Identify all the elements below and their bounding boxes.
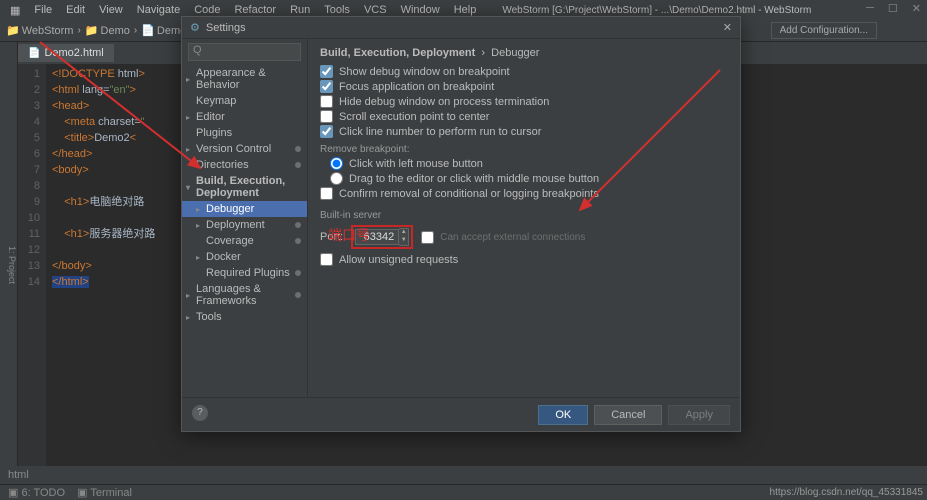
- radio-click-with-left-mouse-button[interactable]: Click with left mouse button: [330, 157, 728, 170]
- ok-button[interactable]: OK: [538, 405, 588, 425]
- breadcrumb-root[interactable]: 📁 WebStorm: [6, 24, 73, 37]
- checkbox-scroll-execution-point-to-center[interactable]: Scroll execution point to center: [320, 110, 728, 123]
- builtin-server-label: Built-in server: [320, 210, 728, 221]
- annotation-port-label: 端口号: [328, 225, 370, 245]
- tree-item-languages-frameworks[interactable]: ▸Languages & Frameworks: [182, 281, 307, 309]
- settings-search-input[interactable]: Q: [188, 43, 301, 61]
- tree-item-directories[interactable]: Directories: [182, 157, 307, 173]
- terminal-tool[interactable]: ▣ Terminal: [77, 486, 132, 499]
- tree-item-appearance-behavior[interactable]: ▸Appearance & Behavior: [182, 65, 307, 93]
- settings-icon: ⚙: [190, 21, 200, 34]
- menu-file[interactable]: File: [28, 2, 58, 18]
- settings-dialog: ⚙ Settings ✕ Q ▸Appearance & BehaviorKey…: [181, 16, 741, 432]
- checkbox-click-line-number-to-perform-run-to-cursor[interactable]: Click line number to perform run to curs…: [320, 125, 728, 138]
- tree-item-version-control[interactable]: ▸Version Control: [182, 141, 307, 157]
- checkbox-show-debug-window-on-breakpoint[interactable]: Show debug window on breakpoint: [320, 65, 728, 78]
- menu-view[interactable]: View: [93, 2, 129, 18]
- checkbox-hide-debug-window-on-process-termination[interactable]: Hide debug window on process termination: [320, 95, 728, 108]
- tree-item-required-plugins[interactable]: Required Plugins: [182, 265, 307, 281]
- tree-item-build-execution-deployment[interactable]: ▾Build, Execution, Deployment: [182, 173, 307, 201]
- tree-item-debugger[interactable]: ▸Debugger: [182, 201, 307, 217]
- todo-tool[interactable]: ▣ 6: TODO: [8, 486, 65, 499]
- maximize-icon[interactable]: ☐: [888, 2, 898, 15]
- tree-item-coverage[interactable]: Coverage: [182, 233, 307, 249]
- settings-breadcrumb: Build, Execution, Deployment › Debugger: [320, 47, 728, 59]
- tree-item-plugins[interactable]: Plugins: [182, 125, 307, 141]
- close-icon[interactable]: ✕: [912, 2, 921, 15]
- tree-item-keymap[interactable]: Keymap: [182, 93, 307, 109]
- add-configuration-button[interactable]: Add Configuration...: [771, 22, 877, 39]
- dialog-titlebar: ⚙ Settings ✕: [182, 17, 740, 39]
- settings-content: Build, Execution, Deployment › Debugger …: [308, 39, 740, 397]
- line-numbers: 1234567891011121314: [18, 64, 46, 480]
- tool-window-bar-left[interactable]: 1: Project: [0, 42, 18, 480]
- dialog-title: Settings: [206, 22, 246, 34]
- status-bar: html: [0, 466, 927, 484]
- breadcrumb-folder[interactable]: 📁 Demo: [85, 24, 130, 37]
- external-connections-checkbox[interactable]: Can accept external connections: [421, 231, 585, 244]
- cancel-button[interactable]: Cancel: [594, 405, 662, 425]
- help-icon[interactable]: ?: [192, 405, 208, 421]
- menu-navigate[interactable]: Navigate: [131, 2, 186, 18]
- tree-item-tools[interactable]: ▸Tools: [182, 309, 307, 325]
- settings-tree: Q ▸Appearance & BehaviorKeymap▸EditorPlu…: [182, 39, 308, 397]
- confirm-removal-checkbox[interactable]: Confirm removal of conditional or loggin…: [320, 187, 728, 200]
- dialog-close-icon[interactable]: ✕: [723, 21, 732, 34]
- app-icon: ▦: [4, 2, 26, 19]
- unsigned-requests-checkbox[interactable]: Allow unsigned requests: [320, 253, 728, 266]
- window-controls: ─ ☐ ✕: [866, 2, 921, 15]
- menu-edit[interactable]: Edit: [60, 2, 91, 18]
- remove-breakpoint-label: Remove breakpoint:: [320, 144, 728, 155]
- tree-item-docker[interactable]: ▸Docker: [182, 249, 307, 265]
- watermark: https://blog.csdn.net/qq_45331845: [770, 487, 923, 498]
- tree-item-deployment[interactable]: ▸Deployment: [182, 217, 307, 233]
- port-spinner[interactable]: ▲▼: [399, 228, 409, 246]
- dialog-footer: ? OK Cancel Apply: [182, 397, 740, 431]
- tree-item-editor[interactable]: ▸Editor: [182, 109, 307, 125]
- checkbox-focus-application-on-breakpoint[interactable]: Focus application on breakpoint: [320, 80, 728, 93]
- apply-button[interactable]: Apply: [668, 405, 730, 425]
- minimize-icon[interactable]: ─: [866, 2, 874, 15]
- editor-tab-demo2[interactable]: 📄 Demo2.html: [18, 44, 114, 62]
- radio-drag-to-the-editor-or-click-with-middle-mouse-button[interactable]: Drag to the editor or click with middle …: [330, 172, 728, 185]
